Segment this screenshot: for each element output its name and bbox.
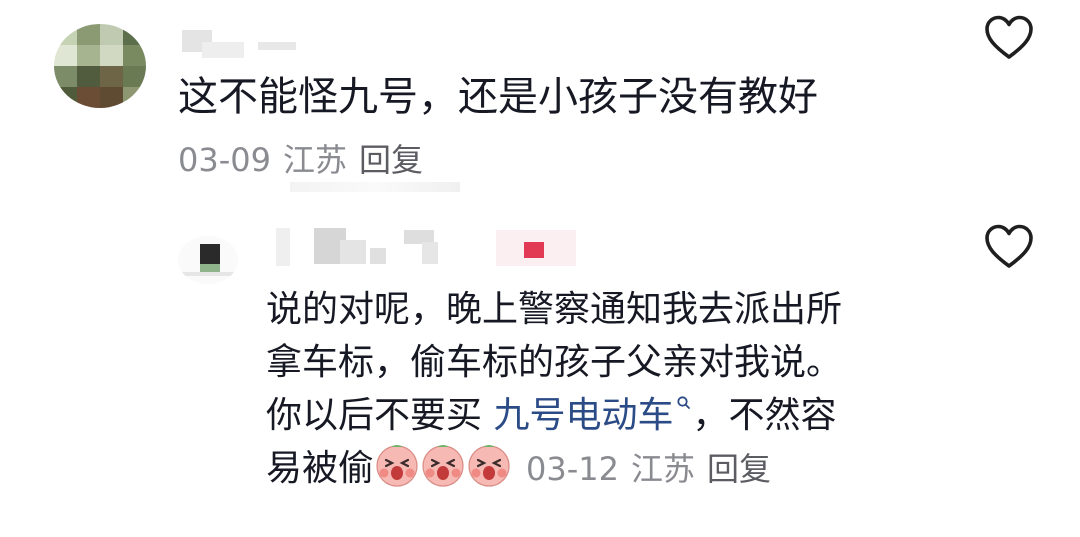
heart-outline-icon[interactable] [984, 15, 1034, 61]
reply-location: 江苏 [631, 450, 696, 488]
reply-date: 03-12 [526, 450, 619, 488]
divider-fade [290, 182, 460, 192]
reply-text: 说的对呢，晚上警察通知我去派出所 拿车标，偷车标的孩子父亲对我说。 你以后不要买… [266, 283, 966, 495]
reply-username-redacted[interactable] [270, 226, 580, 268]
reply-line: 拿车标，偷车标的孩子父亲对我说。 [266, 342, 843, 383]
reply-button[interactable]: 回复 [707, 450, 771, 488]
username-redacted[interactable] [182, 28, 302, 58]
comment-meta: 03-09 江苏 回复 [178, 140, 423, 180]
reply-line-text: 你以后不要买 [266, 395, 494, 436]
reply-line: 易被偷 03-12 江苏 回复 [266, 442, 966, 495]
reply-line-text: 易被偷 [266, 448, 375, 489]
search-icon [677, 396, 691, 409]
reply-line: 说的对呢，晚上警察通知我去派出所 [266, 289, 843, 330]
reply-line-text: ，不然容 [692, 395, 837, 436]
heart-outline-icon[interactable] [984, 224, 1034, 270]
comment-date: 03-09 [178, 141, 271, 179]
crying-face-emoji [422, 445, 464, 487]
topic-search-link[interactable]: 九号电动车 [493, 395, 692, 436]
reply-line: 你以后不要买 九号电动车 ，不然容 [266, 389, 966, 442]
reply-button[interactable]: 回复 [359, 141, 423, 179]
crying-face-emoji [468, 445, 510, 487]
reply-meta: 03-12 江苏 回复 [526, 450, 771, 488]
reply-avatar[interactable] [178, 236, 238, 284]
comment-text: 这不能怪九号，还是小孩子没有教好 [178, 74, 818, 120]
topic-link-label[interactable]: 九号电动车 [493, 395, 673, 436]
comment-location: 江苏 [282, 141, 347, 179]
avatar[interactable] [54, 24, 146, 108]
crying-face-emoji [376, 445, 418, 487]
